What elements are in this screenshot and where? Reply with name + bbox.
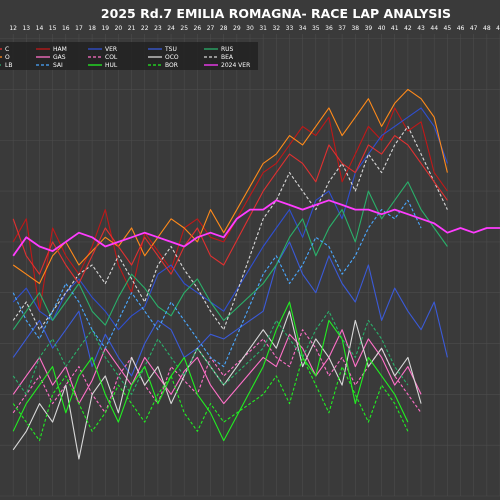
x-tick-label: 34: [299, 25, 307, 32]
legend-label: C: [5, 46, 9, 53]
x-tick-label: 25: [180, 25, 188, 32]
x-tick-label: 36: [325, 25, 333, 32]
x-tick-label: 45: [444, 25, 452, 32]
x-tick-label: 21: [128, 25, 136, 32]
x-tick-label: 37: [338, 25, 346, 32]
x-tick-label: 16: [62, 25, 70, 32]
x-tick-label: 47: [470, 25, 478, 32]
x-tick-label: 42: [404, 25, 412, 32]
legend-label: RUS: [221, 46, 234, 53]
x-tick-label: 40: [378, 25, 386, 32]
legend-label: BEA: [221, 54, 234, 61]
x-tick-label: 15: [49, 25, 57, 32]
x-tick-label: 17: [75, 25, 83, 32]
race-lap-chart: 12 13 14 15 16 17 18 19 20 21 22 23 24 25 26 27 28 29 30 31…: [0, 0, 500, 500]
legend: C HAM VER TSU RUS O GAS COL OCO BEA LB SAI HUL BOR 202…: [0, 42, 258, 70]
x-tick-label: 20: [115, 25, 123, 32]
legend-label: OCO: [165, 54, 179, 61]
legend-label: O: [5, 54, 10, 61]
x-tick-label: 48: [483, 25, 491, 32]
x-tick-label: 35: [312, 25, 320, 32]
x-tick-label: 41: [391, 25, 399, 32]
x-tick-label: 39: [365, 25, 373, 32]
legend-label: VER: [105, 46, 117, 53]
x-tick-label: 26: [194, 25, 202, 32]
x-tick-label: 30: [246, 25, 254, 32]
legend-label: BOR: [165, 62, 178, 69]
x-tick-label: 46: [457, 25, 465, 32]
x-tick-label: 22: [141, 25, 149, 32]
x-tick-label: 19: [101, 25, 109, 32]
legend-label: HUL: [105, 62, 118, 69]
legend-label: LB: [5, 62, 12, 69]
x-tick-label: 38: [351, 25, 359, 32]
legend-label: GAS: [53, 54, 66, 61]
x-tick-label: 29: [233, 25, 241, 32]
chart-root: 12 13 14 15 16 17 18 19 20 21 22 23 24 25 26 27 28 29 30 31…: [0, 0, 500, 500]
x-tick-label: 27: [207, 25, 215, 32]
x-tick-label: 49: [496, 25, 500, 32]
legend-label: SAI: [53, 62, 63, 69]
x-tick-label: 23: [154, 25, 162, 32]
x-tick-label: 14: [36, 25, 44, 32]
legend-label: COL: [105, 54, 118, 61]
legend-label: 2024 VER: [221, 62, 250, 69]
x-tick-label: 43: [417, 25, 425, 32]
x-tick-label: 28: [220, 25, 228, 32]
x-tick-label: 12: [9, 25, 17, 32]
legend-label: TSU: [164, 46, 177, 53]
x-tick-label: 33: [286, 25, 294, 32]
x-tick-label: 32: [272, 25, 280, 32]
legend-label: HAM: [53, 46, 67, 53]
legend-background: [0, 42, 258, 70]
x-tick-label: 18: [88, 25, 96, 32]
chart-title: 2025 Rd.7 EMILIA ROMAGNA- RACE LAP ANALY…: [101, 6, 451, 21]
x-tick-label: 24: [167, 25, 175, 32]
x-tick-label: 31: [259, 25, 267, 32]
x-tick-label: 44: [430, 25, 438, 32]
x-tick-label: 13: [22, 25, 30, 32]
